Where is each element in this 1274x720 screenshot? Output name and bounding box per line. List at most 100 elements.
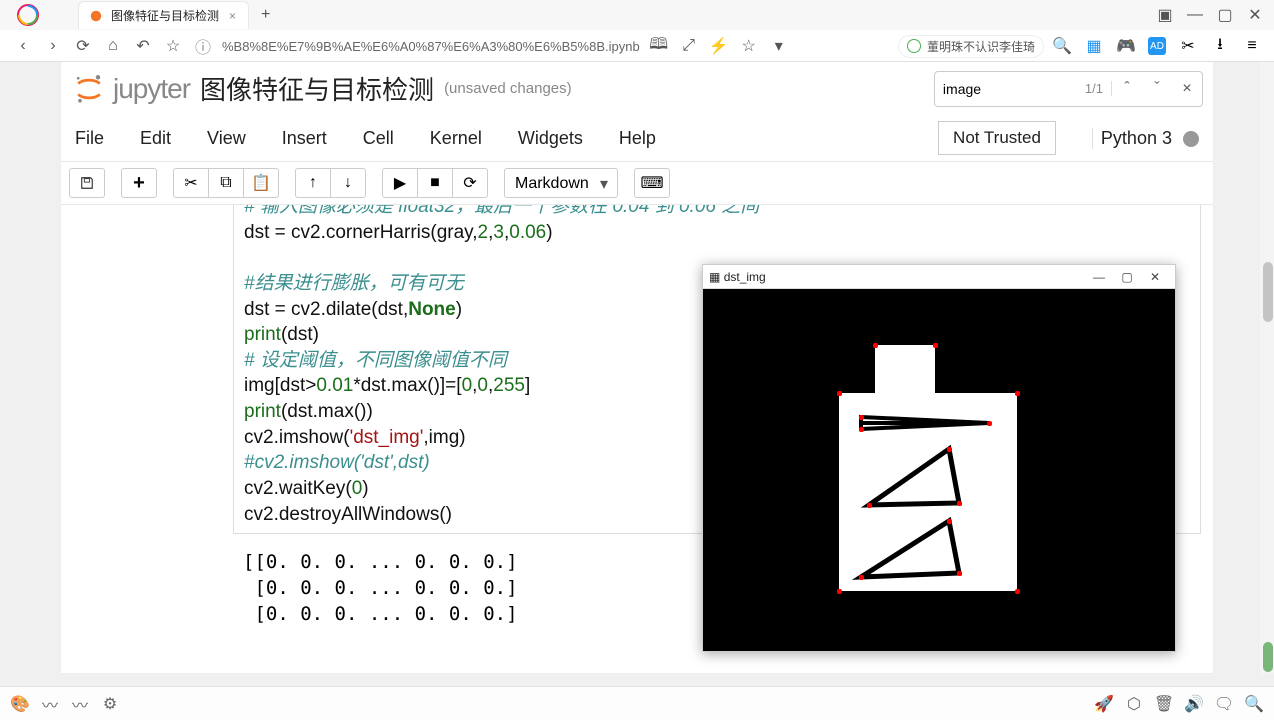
kernel-name-text: Python 3 [1101, 128, 1172, 148]
toolbar: + ✂ ⧉ 📋 ↑ ↓ ▶ ■ ⟳ Markdown ⌨ [61, 162, 1213, 205]
browser-logo[interactable] [8, 0, 48, 30]
notebook-status: (unsaved changes) [444, 80, 572, 97]
search-suggestion[interactable]: 董明珠不认识李佳琦 [898, 35, 1044, 58]
suggestion-dot-icon [907, 39, 921, 53]
menu-bar: File Edit View Insert Cell Kernel Widget… [61, 115, 1213, 162]
taskbar-wave-icon[interactable]: 〰 [40, 694, 60, 714]
jupyter-word: jupyter [113, 73, 190, 105]
new-tab-button[interactable]: + [255, 4, 276, 26]
sidebar-toggle-icon[interactable]: ▣ [1152, 2, 1178, 28]
menu-kernel[interactable]: Kernel [430, 128, 482, 149]
stop-button[interactable]: ■ [417, 168, 453, 198]
menu-view[interactable]: View [207, 128, 246, 149]
taskbar-search-icon[interactable]: 🔍 [1244, 694, 1264, 714]
fav-icon[interactable]: ☆ [738, 35, 760, 57]
dropdown-icon[interactable]: ▾ [768, 35, 790, 57]
cv-window-title: dst_img [724, 270, 766, 284]
url-text[interactable]: %B8%8E%E7%9B%AE%E6%A0%87%E6%A3%80%E6%B5%… [222, 39, 640, 54]
search-icon[interactable]: 🔍 [1052, 36, 1072, 56]
cv-window[interactable]: ▦ dst_img — ▢ ✕ [702, 264, 1176, 652]
notebook-header: jupyter 图像特征与目标检测 (unsaved changes) 1/1 … [61, 62, 1213, 115]
tab-title: 图像特征与目标检测 [111, 7, 219, 24]
window-controls: ▣ — ▢ ✕ [1152, 2, 1274, 28]
nav-undo-icon[interactable]: ↶ [132, 35, 154, 57]
command-palette-button[interactable]: ⌨ [634, 168, 670, 198]
add-cell-button[interactable]: + [121, 168, 157, 198]
cv-window-icon: ▦ [709, 270, 720, 284]
tab-close-icon[interactable]: × [227, 9, 238, 23]
nav-forward-icon[interactable]: › [42, 35, 64, 57]
paste-button[interactable]: 📋 [243, 168, 279, 198]
address-bar: ‹ › ⟳ ⌂ ↶ ☆ ⓘ %B8%8E%E7%9B%AE%E6%A0%87%E… [0, 30, 1274, 62]
nav-back-icon[interactable]: ‹ [12, 35, 34, 57]
nav-reload-icon[interactable]: ⟳ [72, 35, 94, 57]
find-close-icon[interactable]: × [1172, 80, 1202, 98]
taskbar: 🎨 〰 〰 ⚙ 🚀 ⬡ 🗑 🔊 🗨 🔍 [0, 686, 1274, 720]
kernel-busy-icon [1183, 131, 1199, 147]
find-count: 1/1 [1085, 81, 1112, 96]
cv-minimize-icon[interactable]: — [1085, 270, 1113, 284]
nav-star-icon[interactable]: ☆ [162, 35, 184, 57]
taskbar-note-icon[interactable]: 🗨 [1214, 694, 1234, 714]
cv-close-icon[interactable]: ✕ [1141, 270, 1169, 284]
menu-insert[interactable]: Insert [282, 128, 327, 149]
scrollbar-thumb[interactable] [1263, 262, 1273, 322]
taskbar-rocket-icon[interactable]: 🚀 [1094, 694, 1114, 714]
jupyter-logo[interactable]: jupyter [71, 71, 190, 107]
window-minimize-icon[interactable]: — [1182, 2, 1208, 28]
cut-button[interactable]: ✂ [173, 168, 209, 198]
tab-bar: 图像特征与目标检测 × + ▣ — ▢ ✕ [0, 0, 1274, 30]
cell-type-select[interactable]: Markdown [504, 168, 618, 198]
flash-icon[interactable]: ⚡ [708, 35, 730, 57]
save-icon [80, 176, 94, 190]
browser-tab[interactable]: 图像特征与目标检测 × [78, 1, 249, 29]
taskbar-volume-icon[interactable]: 🔊 [1184, 694, 1204, 714]
lock-icon[interactable]: ⓘ [192, 35, 214, 57]
cv-titlebar[interactable]: ▦ dst_img — ▢ ✕ [703, 265, 1175, 289]
game-icon[interactable]: 🎮 [1116, 36, 1136, 56]
menu-file[interactable]: File [75, 128, 104, 149]
nav-home-icon[interactable]: ⌂ [102, 35, 124, 57]
ad-icon[interactable]: AD [1148, 37, 1166, 55]
find-box: 1/1 ˆ ˇ × [934, 71, 1203, 107]
reader-icon[interactable]: 🕮 [648, 35, 670, 57]
restart-button[interactable]: ⟳ [452, 168, 488, 198]
run-button[interactable]: ▶ [382, 168, 418, 198]
kernel-indicator[interactable]: Python 3 [1092, 128, 1199, 149]
download-icon[interactable]: ⭳ [1210, 36, 1230, 56]
move-down-button[interactable]: ↓ [330, 168, 366, 198]
find-next-icon[interactable]: ˇ [1142, 80, 1172, 98]
not-trusted-button[interactable]: Not Trusted [938, 121, 1056, 155]
window-close-icon[interactable]: ✕ [1242, 2, 1268, 28]
taskbar-trash-icon[interactable]: 🗑 [1154, 694, 1174, 714]
menu-widgets[interactable]: Widgets [518, 128, 583, 149]
taskbar-shield-icon[interactable]: ⬡ [1124, 694, 1144, 714]
page-scrollbar[interactable] [1260, 62, 1274, 674]
browser-chrome: 图像特征与目标检测 × + ▣ — ▢ ✕ ‹ › ⟳ ⌂ ↶ ☆ ⓘ %B8%… [0, 0, 1274, 62]
cv-shape-rect-top [875, 345, 935, 393]
menu-cell[interactable]: Cell [363, 128, 394, 149]
suggestion-text: 董明珠不认识李佳琦 [927, 38, 1035, 55]
swirl-icon [16, 3, 40, 27]
cell-type-select-wrap: Markdown [504, 168, 618, 198]
menu-icon[interactable]: ≡ [1242, 36, 1262, 56]
menu-edit[interactable]: Edit [140, 128, 171, 149]
grid-apps-icon[interactable]: ▦ [1084, 36, 1104, 56]
save-button[interactable] [69, 168, 105, 198]
menu-help[interactable]: Help [619, 128, 656, 149]
taskbar-wave2-icon[interactable]: 〰 [70, 694, 90, 714]
jupyter-favicon-icon [89, 9, 103, 23]
cv-maximize-icon[interactable]: ▢ [1113, 270, 1141, 284]
scrollbar-thumb-2[interactable] [1263, 642, 1273, 672]
notebook-title[interactable]: 图像特征与目标检测 [200, 70, 434, 107]
scissors-icon[interactable]: ✂ [1178, 36, 1198, 56]
copy-button[interactable]: ⧉ [208, 168, 244, 198]
zoom-icon[interactable]: ⤢ [678, 35, 700, 57]
move-up-button[interactable]: ↑ [295, 168, 331, 198]
window-maximize-icon[interactable]: ▢ [1212, 2, 1238, 28]
jupyter-logo-icon [71, 71, 107, 107]
find-input[interactable] [935, 77, 1085, 101]
taskbar-tools-icon[interactable]: ⚙ [100, 694, 120, 714]
find-prev-icon[interactable]: ˆ [1112, 80, 1142, 98]
taskbar-paint-icon[interactable]: 🎨 [10, 694, 30, 714]
